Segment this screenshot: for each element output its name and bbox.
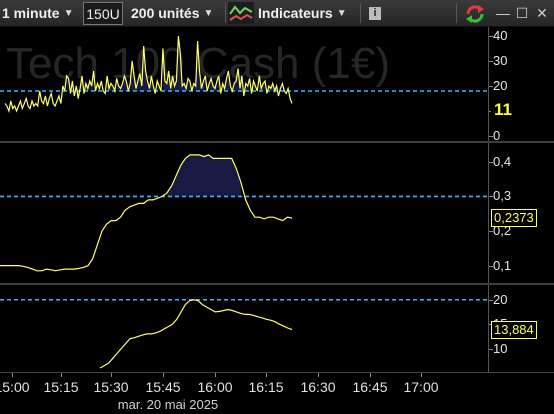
time-tick-label: 17:00 — [403, 379, 439, 395]
time-tick-mark — [370, 373, 371, 377]
time-tick-mark — [61, 373, 62, 377]
chart-canvas — [0, 35, 488, 369]
series-line — [99, 299, 293, 369]
series-line — [0, 154, 293, 272]
time-tick-mark — [266, 373, 267, 377]
time-tick-mark — [318, 373, 319, 377]
time-tick-label: 15:15 — [43, 379, 79, 395]
date-label: mar. 20 mai 2025 — [117, 397, 219, 412]
time-tick-mark — [215, 373, 216, 377]
time-axis[interactable]: 15:00 15:15 15:30 15:45 16:00 16:15 16:30 16:45… — [0, 372, 554, 414]
time-tick-label: 16:30 — [300, 379, 336, 395]
level-fill-area — [166, 154, 242, 197]
time-tick-mark — [421, 373, 422, 377]
time-tick-mark — [12, 373, 13, 377]
time-tick-label: 16:45 — [352, 379, 388, 395]
time-tick-label: 16:15 — [248, 379, 284, 395]
time-tick-label: 15:00 — [0, 379, 30, 395]
time-tick-mark — [111, 373, 112, 377]
time-tick-label: 15:30 — [93, 379, 129, 395]
time-tick-label: 16:00 — [197, 379, 233, 395]
series-line — [4, 35, 293, 114]
time-tick-mark — [163, 373, 164, 377]
time-tick-label: 15:45 — [145, 379, 181, 395]
